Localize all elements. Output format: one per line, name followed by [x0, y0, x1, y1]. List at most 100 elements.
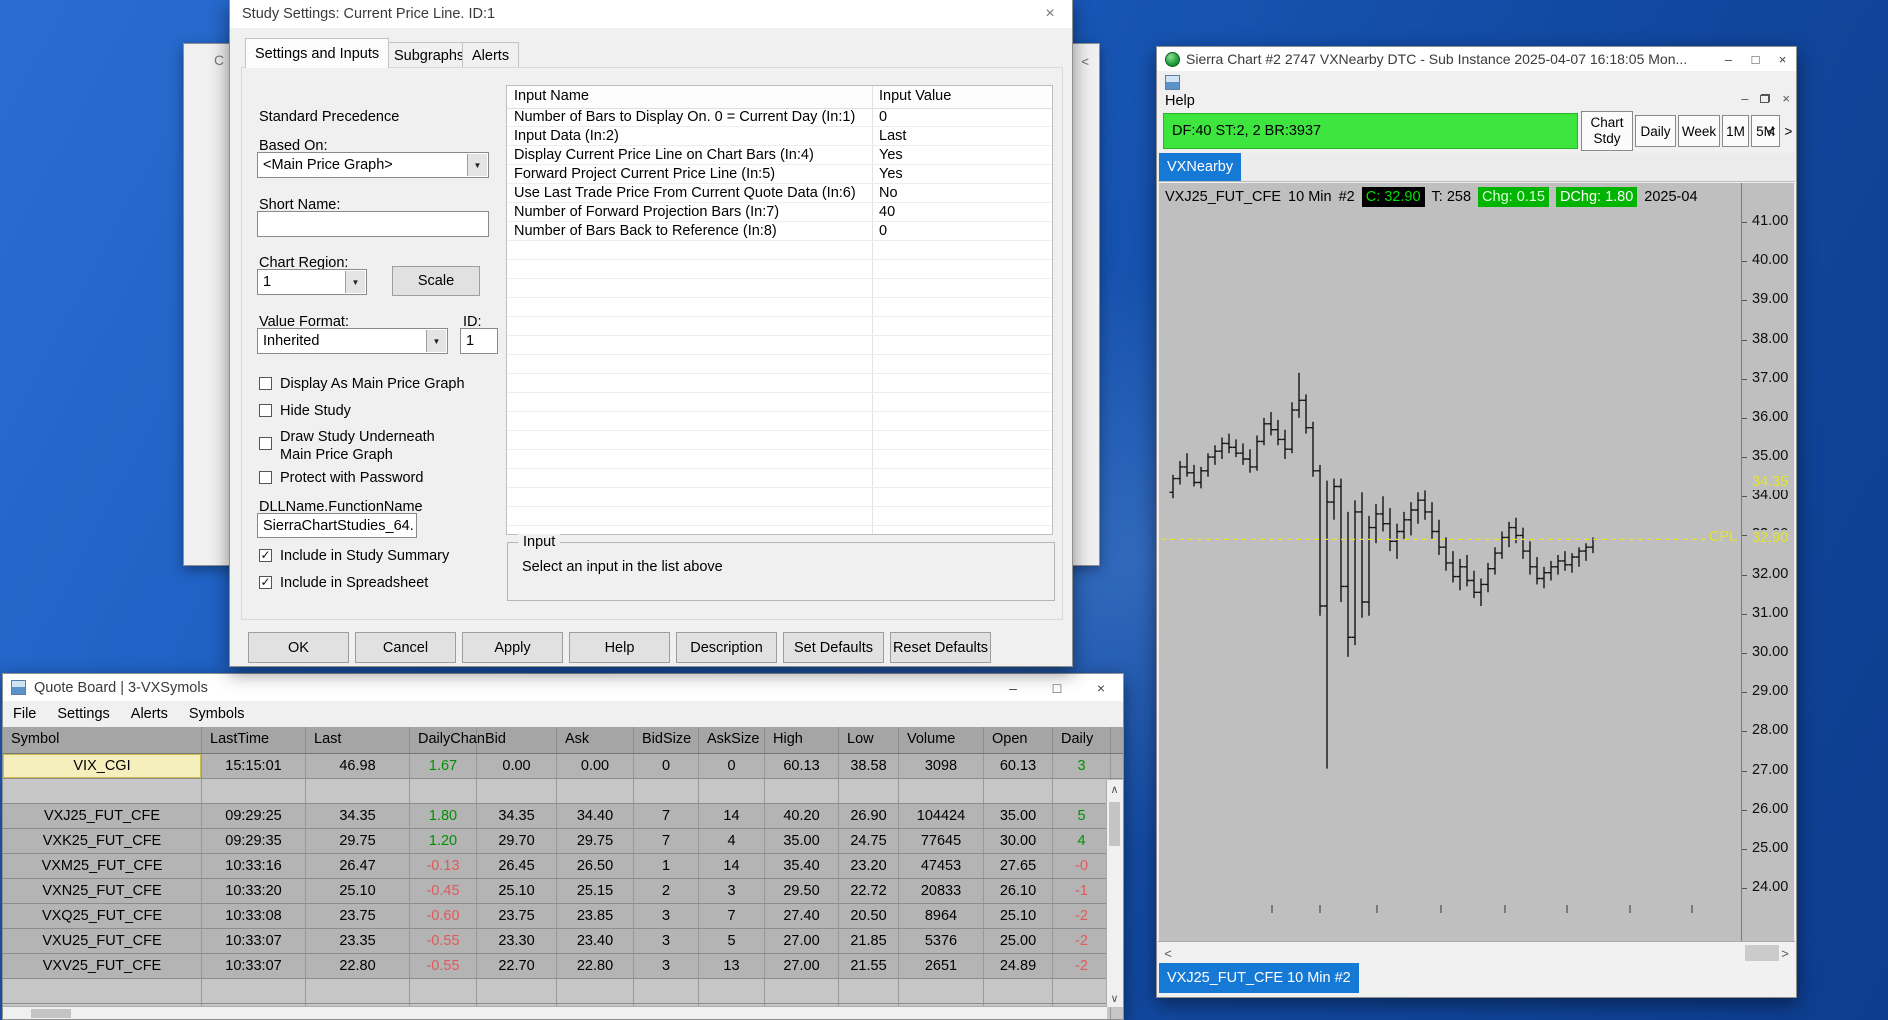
minimize-icon[interactable]: – [1715, 47, 1742, 71]
column-header-symbol[interactable]: Symbol [3, 727, 202, 753]
symbol-cell[interactable]: VXK25_FUT_CFE [3, 829, 202, 853]
value-cell[interactable]: 30.00 [984, 829, 1053, 853]
value-cell[interactable]: 3 [634, 929, 699, 953]
value-cell[interactable]: 35.00 [765, 829, 839, 853]
value-cell[interactable]: 26.45 [477, 854, 557, 878]
scroll-left-icon[interactable]: < [1160, 942, 1176, 964]
value-cell[interactable]: -2 [1053, 954, 1111, 978]
scale-button[interactable]: Scale [392, 266, 480, 296]
value-cell[interactable]: 22.70 [477, 954, 557, 978]
value-cell[interactable]: 0.00 [557, 754, 634, 778]
value-cell[interactable]: 2 [634, 879, 699, 903]
column-header-high[interactable]: High [765, 727, 839, 753]
value-cell[interactable]: 29.70 [477, 829, 557, 853]
value-cell[interactable] [699, 779, 765, 803]
one-month-button[interactable]: 1M [1722, 115, 1749, 147]
value-cell[interactable]: 27.00 [765, 954, 839, 978]
value-cell[interactable]: 23.30 [477, 929, 557, 953]
close-icon[interactable]: × [1769, 47, 1796, 71]
value-cell[interactable]: 10:33:07 [202, 929, 306, 953]
short-name-input[interactable] [257, 211, 489, 237]
nav-right-button[interactable]: > [1781, 115, 1796, 147]
value-cell[interactable]: -0 [1053, 854, 1111, 878]
value-cell[interactable]: 5 [699, 929, 765, 953]
value-cell[interactable] [699, 979, 765, 1003]
symbol-cell[interactable]: VXQ25_FUT_CFE [3, 904, 202, 928]
scroll-down-icon[interactable]: ∨ [1107, 989, 1122, 1007]
column-header-asksize[interactable]: AskSize [699, 727, 765, 753]
value-cell[interactable]: 29.75 [306, 829, 410, 853]
value-cell[interactable]: 10:33:07 [202, 954, 306, 978]
value-cell[interactable]: 25.00 [984, 929, 1053, 953]
value-cell[interactable] [984, 979, 1053, 1003]
value-cell[interactable] [899, 779, 984, 803]
value-cell[interactable] [477, 779, 557, 803]
value-cell[interactable]: 35.00 [984, 804, 1053, 828]
sierra-titlebar[interactable]: Sierra Chart #2 2747 VXNearby DTC - Sub … [1157, 47, 1796, 71]
menu-item-file[interactable]: File [13, 706, 36, 722]
value-cell[interactable]: 24.75 [839, 829, 899, 853]
apply-button[interactable]: Apply [462, 632, 563, 663]
menu-item-symbols[interactable]: Symbols [189, 706, 245, 722]
value-cell[interactable]: 25.10 [477, 879, 557, 903]
symbol-cell[interactable]: VIX_CGI [3, 754, 202, 778]
symbol-cell[interactable]: VXU25_FUT_CFE [3, 929, 202, 953]
value-cell[interactable] [306, 779, 410, 803]
dll-function-input[interactable]: SierraChartStudies_64. [257, 513, 417, 538]
chevron-down-icon[interactable]: ▼ [345, 271, 365, 293]
value-cell[interactable]: 23.40 [557, 929, 634, 953]
value-cell[interactable] [765, 979, 839, 1003]
value-cell[interactable]: 20.50 [839, 904, 899, 928]
reset-defaults-button[interactable]: Reset Defaults [890, 632, 991, 663]
scroll-right-icon[interactable]: > [1777, 942, 1793, 964]
value-cell[interactable]: 5 [1053, 804, 1111, 828]
quote-row[interactable]: VXN25_FUT_CFE 10:33:20 25.10 -0.45 25.10 25.1… [3, 879, 1123, 904]
value-cell[interactable]: 35.40 [765, 854, 839, 878]
value-cell[interactable]: 104424 [899, 804, 984, 828]
value-cell[interactable]: 0 [634, 754, 699, 778]
value-cell[interactable]: 3 [699, 879, 765, 903]
column-header-open[interactable]: Open [984, 727, 1053, 753]
close-icon[interactable]: × [1079, 674, 1123, 701]
quote-row[interactable]: VXU25_FUT_CFE 10:33:07 23.35 -0.55 23.30 23.4… [3, 929, 1123, 954]
value-cell[interactable]: -2 [1053, 929, 1111, 953]
value-cell[interactable]: 09:29:25 [202, 804, 306, 828]
chart-plot-area[interactable] [1161, 183, 1741, 913]
value-cell[interactable]: 27.65 [984, 854, 1053, 878]
input-row[interactable]: Number of Bars to Display On. 0 = Curren… [507, 108, 1052, 127]
week-button[interactable]: Week [1678, 115, 1720, 147]
column-header-last[interactable]: Last [306, 727, 410, 753]
value-cell[interactable]: 26.90 [839, 804, 899, 828]
input-row[interactable]: Use Last Trade Price From Current Quote … [507, 184, 1052, 203]
set-defaults-button[interactable]: Set Defaults [783, 632, 884, 663]
value-cell[interactable]: 23.75 [306, 904, 410, 928]
scroll-up-icon[interactable]: ∧ [1107, 780, 1122, 798]
menu-item-alerts[interactable]: Alerts [131, 706, 168, 722]
value-cell[interactable] [202, 979, 306, 1003]
value-cell[interactable]: 77645 [899, 829, 984, 853]
symbol-cell[interactable]: VXM25_FUT_CFE [3, 854, 202, 878]
value-cell[interactable]: 7 [699, 904, 765, 928]
quote-board-titlebar[interactable]: Quote Board | 3-VXSymols – □ × [3, 674, 1123, 701]
symbol-cell[interactable] [3, 779, 202, 803]
value-cell[interactable]: -2 [1053, 904, 1111, 928]
value-cell[interactable]: 47453 [899, 854, 984, 878]
value-cell[interactable] [984, 779, 1053, 803]
value-format-select[interactable]: Inherited ▼ [257, 328, 448, 354]
quote-row[interactable]: VIX_CGI 15:15:01 46.98 1.67 0.00 0.00 0 0 60.13 3… [3, 754, 1123, 779]
chevron-down-icon[interactable]: ▼ [426, 330, 446, 352]
bottom-tab-vxj25[interactable]: VXJ25_FUT_CFE 10 Min #2 [1159, 963, 1359, 993]
protect-password-checkbox[interactable] [259, 471, 272, 484]
column-header-bidsize[interactable]: BidSize [634, 727, 699, 753]
scrollbar-thumb[interactable] [31, 1009, 71, 1018]
minimize-icon[interactable]: – [991, 674, 1035, 701]
value-cell[interactable]: 21.85 [839, 929, 899, 953]
column-header-ask[interactable]: Ask [557, 727, 634, 753]
value-cell[interactable] [1053, 779, 1111, 803]
value-cell[interactable]: -0.55 [410, 929, 477, 953]
menu-item-settings[interactable]: Settings [57, 706, 109, 722]
input-row[interactable]: Input Data (In:2) Last [507, 127, 1052, 146]
close-icon[interactable]: × [1028, 0, 1072, 28]
symbol-cell[interactable] [3, 979, 202, 1003]
value-cell[interactable] [306, 979, 410, 1003]
